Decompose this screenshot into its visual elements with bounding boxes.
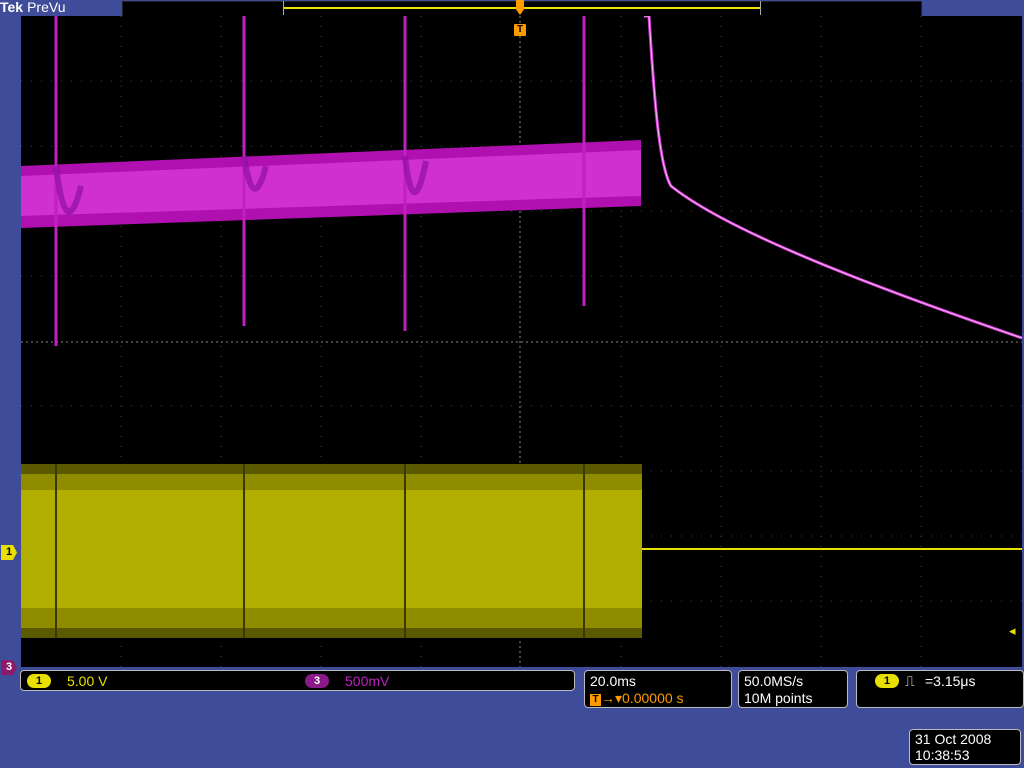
trigger-symbol-icon: T: [590, 694, 601, 706]
record-length: 10M points: [744, 690, 813, 706]
trigger-source-badge: 1: [875, 674, 899, 688]
trigger-position-readout: T →▾0.00000 s: [590, 690, 684, 707]
left-marker-strip: [0, 16, 21, 667]
acquisition-mode: PreVu: [27, 0, 66, 15]
waveform-display[interactable]: T: [21, 16, 1022, 667]
ch1-badge[interactable]: 1: [27, 674, 51, 688]
top-status-bar: Tek PreVu: [0, 0, 1024, 17]
pulse-width-icon: ⎍: [905, 673, 915, 689]
trigger-level-icon[interactable]: ◂: [1009, 624, 1016, 637]
time-label: 10:38:53: [915, 747, 970, 763]
ch3-waveform: [21, 16, 1022, 346]
brand-name: Tek: [0, 0, 24, 15]
acquisition-settings[interactable]: 50.0MS/s 10M points: [738, 670, 848, 708]
trigger-settings[interactable]: 1 ⎍ =3.15μs: [856, 670, 1024, 708]
brand-label: Tek PreVu: [0, 0, 65, 15]
ch1-waveform: [21, 464, 1022, 638]
waveform-svg: [21, 16, 1022, 667]
date-label: 31 Oct 2008: [915, 731, 992, 747]
trigger-time-marker[interactable]: T: [514, 24, 526, 36]
trigger-position-value: 0.00000 s: [622, 690, 684, 706]
trigger-width-value: =3.15μs: [925, 673, 976, 689]
sample-rate: 50.0MS/s: [744, 673, 804, 689]
date-time-display: 31 Oct 2008 10:38:53: [909, 729, 1021, 765]
trigger-arrow-icon: →▾: [601, 690, 623, 706]
trigger-position-icon[interactable]: [514, 0, 526, 16]
horizontal-settings[interactable]: 20.0ms T →▾0.00000 s: [584, 670, 732, 708]
ch3-badge[interactable]: 3: [305, 674, 329, 688]
channel-scale-bar[interactable]: 1 5.00 V 3 500mV: [20, 670, 575, 691]
time-per-div: 20.0ms: [590, 673, 636, 689]
ch3-scale[interactable]: 500mV: [345, 672, 389, 690]
ch1-scale[interactable]: 5.00 V: [67, 672, 107, 690]
